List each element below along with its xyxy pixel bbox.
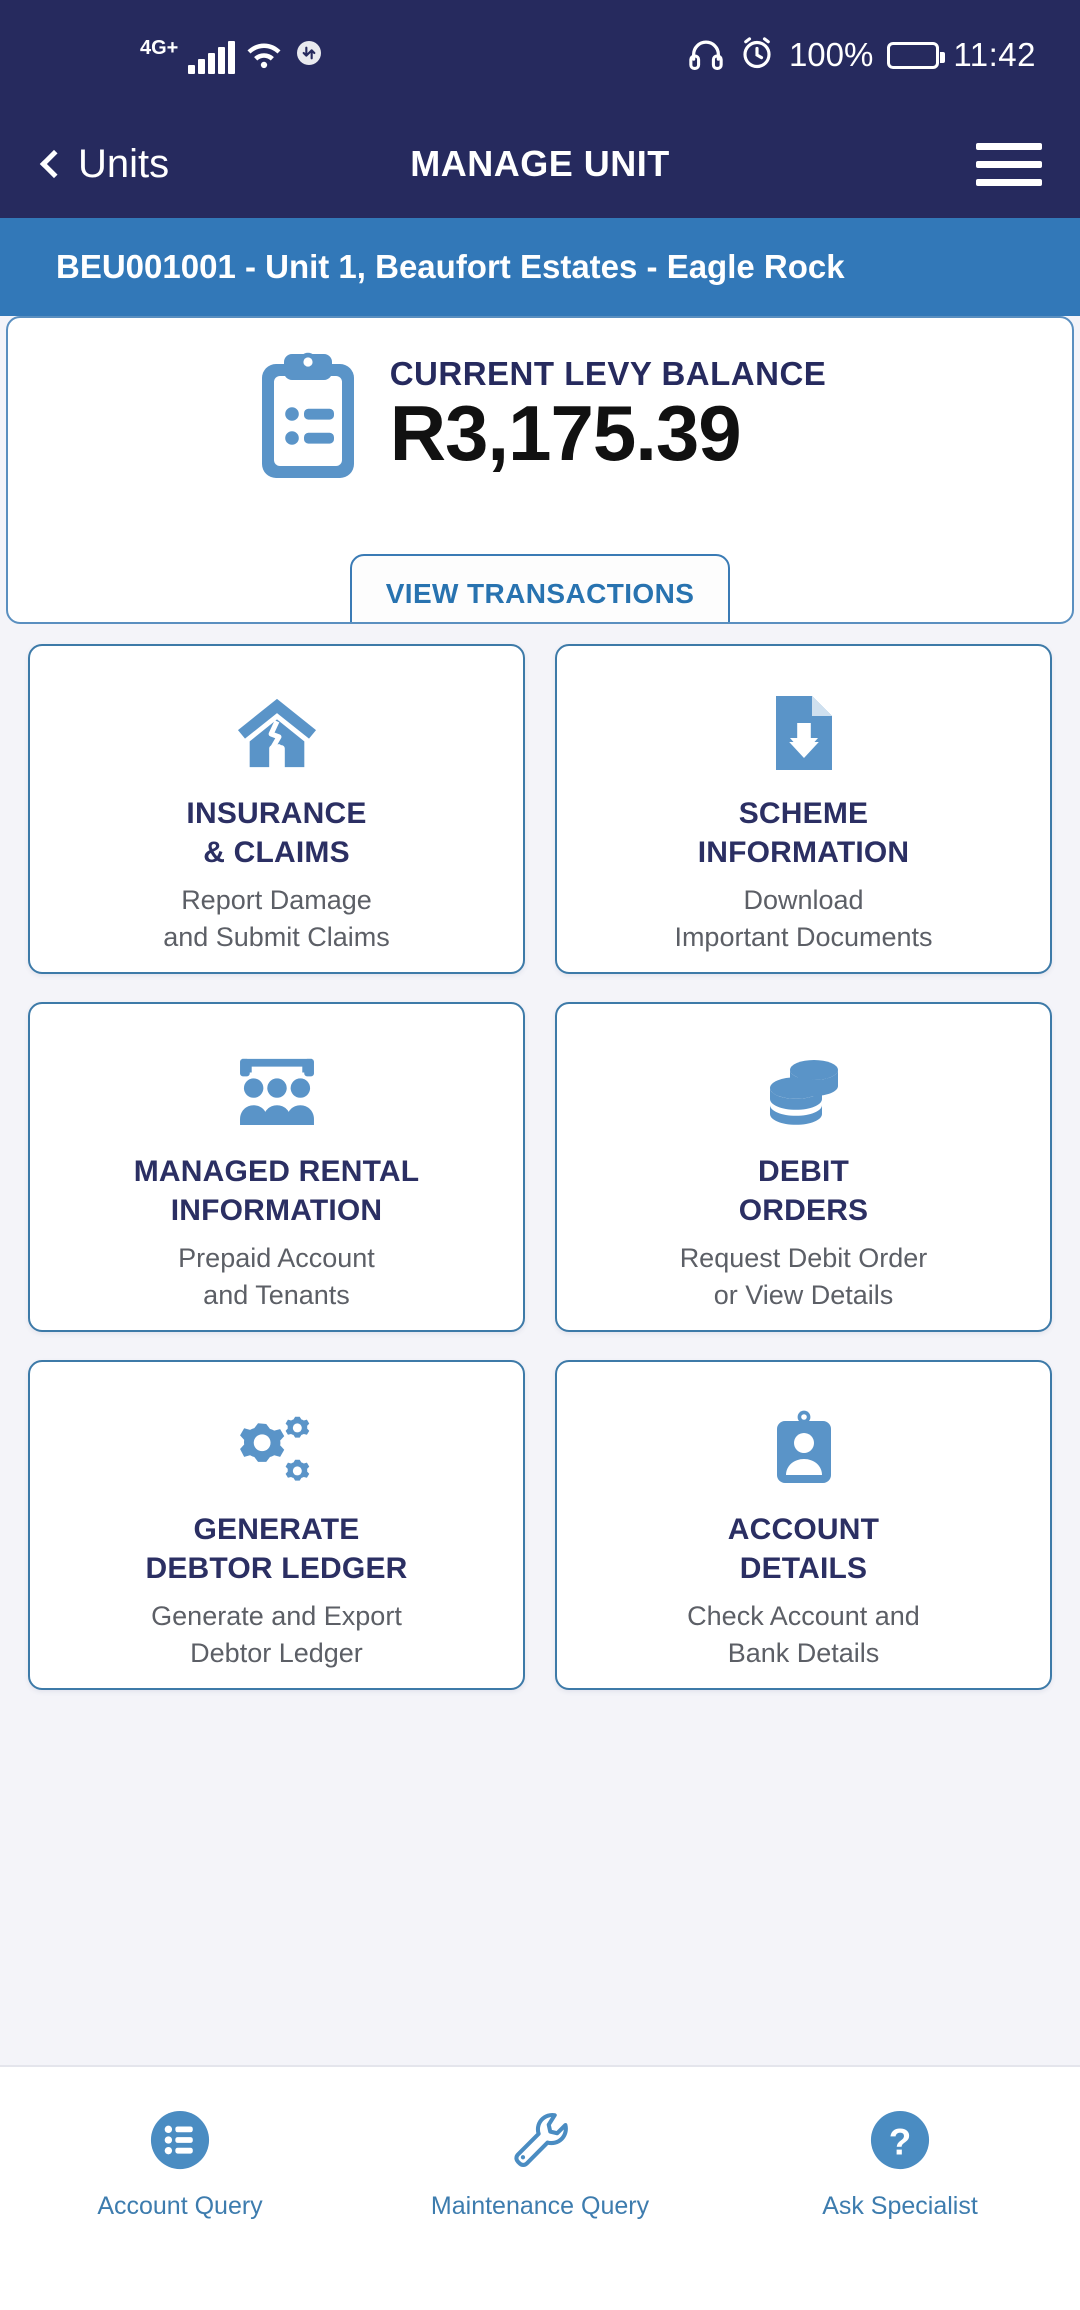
tile-managed-rental-information[interactable]: MANAGED RENTAL INFORMATION Prepaid Accou… (28, 1002, 525, 1332)
tile-subtitle-line1: Download (743, 885, 864, 915)
house-damage-icon (234, 690, 320, 776)
data-sync-icon (293, 37, 325, 74)
network-type-label: 4G+ (140, 36, 179, 59)
tile-subtitle-line2: Debtor Ledger (190, 1637, 363, 1668)
back-button[interactable]: Units (39, 141, 170, 187)
alarm-clock-icon (739, 35, 775, 76)
top-nav-bar: Units MANAGE UNIT (0, 110, 1080, 218)
unit-subheader: BEU001001 - Unit 1, Beaufort Estates - E… (0, 218, 1080, 316)
bottom-nav-maintenance-query[interactable]: Maintenance Query (360, 2109, 720, 2221)
tile-title: INSURANCE & CLAIMS (186, 794, 366, 872)
back-button-label: Units (78, 141, 170, 186)
tile-title-line1: ACCOUNT (727, 1513, 880, 1546)
tile-title-line2: DETAILS (739, 1552, 868, 1585)
tile-subtitle: Download Important Documents (674, 882, 932, 955)
tile-subtitle-line1: Generate and Export (151, 1601, 402, 1631)
wrench-icon (509, 2109, 571, 2176)
tile-title: ACCOUNT DETAILS (728, 1510, 879, 1588)
battery-icon (887, 41, 946, 69)
tile-title-line2: INFORMATION (170, 1194, 383, 1227)
tile-debit-orders[interactable]: DEBIT ORDERS Request Debit Order or View… (555, 1002, 1052, 1332)
balance-amount: R3,175.39 (389, 389, 742, 478)
chevron-left-icon (39, 149, 69, 179)
gears-icon (234, 1406, 320, 1492)
id-badge-icon (773, 1406, 835, 1492)
question-circle-icon: ? (869, 2109, 931, 2176)
tile-subtitle-line2: and Submit Claims (163, 921, 390, 952)
tile-subtitle: Report Damage and Submit Claims (163, 882, 390, 955)
view-transactions-button[interactable]: VIEW TRANSACTIONS (350, 554, 730, 622)
tile-title-line2: ORDERS (738, 1194, 869, 1227)
tile-subtitle-line1: Report Damage (181, 885, 372, 915)
tile-subtitle-line1: Check Account and (687, 1601, 920, 1631)
clock-label: 11:42 (953, 36, 1036, 73)
status-bar-left: 4G+ (140, 37, 325, 74)
view-transactions-label: VIEW TRANSACTIONS (385, 578, 695, 609)
tile-title: GENERATE DEBTOR LEDGER (145, 1510, 407, 1588)
levy-balance-card: CURRENT LEVY BALANCE R3,175.39 VIEW TRAN… (6, 316, 1074, 624)
tile-subtitle: Check Account and Bank Details (687, 1598, 920, 1671)
balance-text-block: CURRENT LEVY BALANCE R3,175.39 (390, 355, 827, 475)
tile-subtitle-line1: Request Debit Order (679, 1243, 928, 1273)
status-bar: 4G+ 100% 11:42 (0, 0, 1080, 110)
bottom-navigation-bar: Account Query Maintenance Query ? Ask Sp… (0, 2065, 1080, 2310)
wifi-icon (245, 39, 283, 74)
bottom-nav-account-query[interactable]: Account Query (0, 2109, 360, 2221)
list-circle-icon (149, 2109, 211, 2176)
tile-subtitle-line1: Prepaid Account (178, 1243, 375, 1273)
tile-title-line1: MANAGED RENTAL (133, 1155, 420, 1188)
tile-title-line1: GENERATE (193, 1513, 360, 1546)
app-screen: 4G+ 100% 11:42 Units MANAGE UNIT BEU0010… (0, 0, 1080, 2310)
balance-label: CURRENT LEVY BALANCE (389, 355, 827, 393)
feature-tile-grid: INSURANCE & CLAIMS Report Damage and Sub… (0, 624, 1080, 1690)
tile-title-line1: SCHEME (738, 797, 869, 830)
tile-scheme-information[interactable]: SCHEME INFORMATION Download Important Do… (555, 644, 1052, 974)
balance-card-wrapper: CURRENT LEVY BALANCE R3,175.39 VIEW TRAN… (0, 316, 1080, 624)
tile-title: DEBIT ORDERS (739, 1152, 869, 1230)
tile-title-line2: & CLAIMS (203, 836, 350, 869)
tile-title-line1: INSURANCE (186, 797, 367, 830)
hamburger-menu-icon[interactable] (976, 142, 1042, 186)
tile-title-line2: DEBTOR LEDGER (145, 1552, 408, 1585)
tile-title: MANAGED RENTAL INFORMATION (134, 1152, 420, 1230)
tile-title-line1: DEBIT (758, 1155, 849, 1188)
battery-percent-label: 100% (788, 36, 874, 73)
tile-generate-debtor-ledger[interactable]: GENERATE DEBTOR LEDGER Generate and Expo… (28, 1360, 525, 1690)
status-bar-right: 100% 11:42 (687, 35, 1036, 76)
tile-subtitle-line2: Bank Details (727, 1637, 880, 1668)
balance-card-content: CURRENT LEVY BALANCE R3,175.39 (254, 348, 827, 482)
bottom-nav-label: Account Query (97, 2192, 263, 2220)
headphones-icon (687, 36, 725, 75)
tile-subtitle-line2: and Tenants (203, 1279, 350, 1310)
tile-subtitle-line2: or View Details (713, 1279, 894, 1310)
tile-title-line2: INFORMATION (697, 836, 910, 869)
signal-bars-icon (188, 40, 236, 74)
tile-subtitle: Generate and Export Debtor Ledger (151, 1598, 402, 1671)
tile-subtitle-line2: Important Documents (674, 921, 933, 952)
coins-stack-icon (764, 1048, 844, 1134)
tile-account-details[interactable]: ACCOUNT DETAILS Check Account and Bank D… (555, 1360, 1052, 1690)
file-download-icon (772, 690, 836, 776)
svg-text:?: ? (889, 2122, 911, 2163)
tile-subtitle: Request Debit Order or View Details (680, 1240, 928, 1313)
clipboard-list-icon (254, 348, 362, 482)
tile-title: SCHEME INFORMATION (698, 794, 910, 872)
tile-subtitle: Prepaid Account and Tenants (178, 1240, 375, 1313)
bottom-nav-label: Maintenance Query (430, 2192, 650, 2220)
tile-insurance-and-claims[interactable]: INSURANCE & CLAIMS Report Damage and Sub… (28, 644, 525, 974)
bottom-nav-label: Ask Specialist (822, 2192, 978, 2220)
unit-description-label: BEU001001 - Unit 1, Beaufort Estates - E… (56, 248, 845, 285)
bottom-nav-ask-specialist[interactable]: ? Ask Specialist (720, 2109, 1080, 2221)
people-group-icon (234, 1048, 320, 1134)
